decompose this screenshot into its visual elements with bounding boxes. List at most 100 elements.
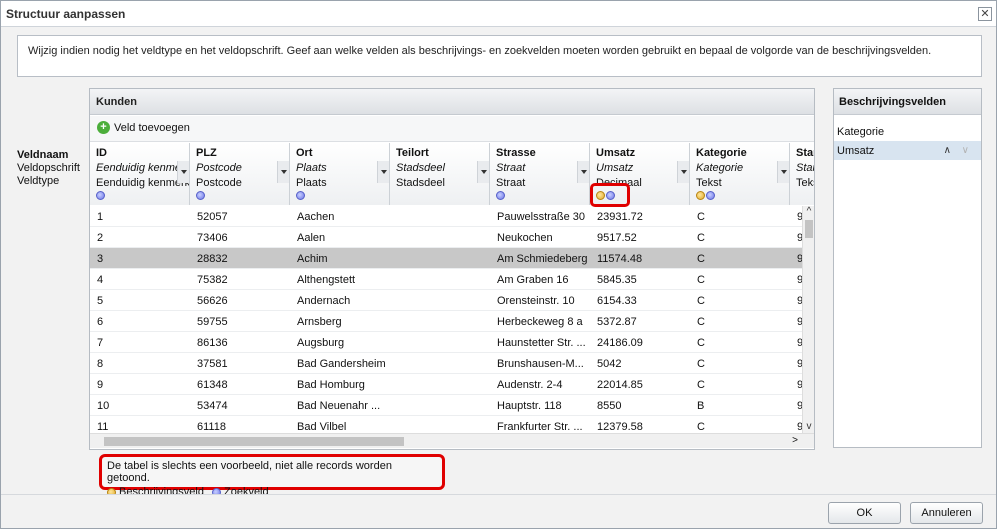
preview-grid: Kunden + Veld toevoegen ID Eenduidig kenm… — [89, 88, 815, 450]
type-dropdown-icon[interactable] — [777, 161, 789, 183]
type-dropdown-icon[interactable] — [477, 161, 489, 183]
table-cell: Am Schmiedeberg... — [497, 253, 587, 265]
table-cell: Orensteinstr. 10 — [497, 295, 575, 307]
table-cell: Hauptstr. 118 — [497, 400, 562, 412]
yellow-dot-icon[interactable] — [696, 191, 705, 200]
vertical-scrollbar[interactable]: ^ v — [802, 206, 814, 433]
table-row[interactable]: 273406AalenNeukochen9517.52C99 — [90, 227, 808, 248]
table-row[interactable]: 11 61118 Bad Vilbel Frankfurter Str. ... 123… — [90, 416, 808, 433]
table-row[interactable]: 659755ArnsbergHerbeckeweg 8 a5372.87C99 — [90, 311, 808, 332]
horizontal-scroll-thumb[interactable] — [104, 437, 404, 446]
column-type[interactable]: Eenduidig kenmerk — [96, 177, 189, 189]
table-row[interactable]: 475382AlthengstettAm Graben 165845.35C99 — [90, 269, 808, 290]
column-flags[interactable] — [496, 191, 506, 201]
column-type[interactable]: Straat — [496, 177, 525, 189]
blue-dot-icon[interactable] — [96, 191, 105, 200]
blue-dot-icon[interactable] — [496, 191, 505, 200]
description-item-umsatz[interactable]: Umsatz ∧ ∨ — [834, 141, 981, 160]
column-headers: ID Eenduidig kenmerk Eenduidig kenmerk PLZ P… — [90, 143, 814, 205]
table-cell: Bad Neuenahr ... — [297, 400, 381, 412]
caption-label: Veldopschrift — [17, 162, 80, 174]
grid-toolbar: + Veld toevoegen — [90, 116, 814, 142]
grid-title: Kunden — [96, 96, 137, 108]
table-row[interactable]: 8 37581 Bad Gandersheim Brunshausen-M... 504… — [90, 353, 808, 374]
add-field-label: Veld toevoegen — [114, 121, 190, 134]
column-type[interactable]: Stadsdeel — [396, 177, 445, 189]
table-row[interactable]: 556626AndernachOrensteinstr. 106154.33C9… — [90, 290, 808, 311]
column-caption[interactable]: Kategorie — [696, 162, 743, 174]
table-cell: 5042 — [597, 358, 622, 370]
horizontal-scrollbar[interactable]: > — [90, 433, 814, 448]
column-name: Kategorie — [696, 147, 747, 159]
table-cell: C — [697, 232, 705, 244]
table-cell: 6154.33 — [597, 295, 637, 307]
column-name: Standaard — [796, 147, 814, 159]
column-caption[interactable]: Stadsdeel — [396, 162, 445, 174]
table-row[interactable]: 10 53474 Bad Neuenahr ... Hauptstr. 118 8550… — [90, 395, 808, 416]
type-dropdown-icon[interactable] — [577, 161, 589, 183]
row-labels: Veldnaam Veldopschrift Veldtype — [17, 149, 80, 188]
column-type[interactable]: Tekst — [796, 177, 814, 189]
description-item-kategorie[interactable]: Kategorie — [834, 122, 981, 141]
table-cell: 22014.85 — [597, 379, 643, 391]
blue-dot-icon[interactable] — [196, 191, 205, 200]
column-caption[interactable]: Plaats — [296, 162, 327, 174]
column-type[interactable]: Tekst — [696, 177, 722, 189]
dialog-footer: OK Annuleren — [1, 494, 996, 528]
table-cell: 8 — [97, 358, 104, 370]
column-caption[interactable]: Standaard — [796, 162, 814, 174]
column-flags[interactable] — [196, 191, 206, 201]
column-type[interactable]: Plaats — [296, 177, 327, 189]
column-caption[interactable]: Umsatz — [596, 162, 633, 174]
table-cell: 23931.72 — [597, 211, 643, 223]
table-cell: Audenstr. 2-4 — [497, 379, 563, 391]
table-cell: 9517.52 — [597, 232, 637, 244]
info-text: Wijzig indien nodig het veldtype en het … — [17, 35, 982, 77]
scroll-up-icon[interactable]: ^ — [803, 206, 815, 218]
column-flags[interactable] — [296, 191, 306, 201]
table-cell: Brunshausen-M... — [497, 358, 584, 370]
move-up-icon[interactable]: ∧ — [944, 145, 951, 156]
description-item-label: Umsatz — [837, 145, 875, 157]
column-caption[interactable]: Eenduidig kenmerk — [96, 162, 189, 174]
plus-circle-icon: + — [97, 121, 110, 134]
column-header: Strasse Straat Straat — [490, 143, 590, 205]
scroll-down-icon[interactable]: v — [803, 421, 815, 433]
column-flags[interactable] — [696, 191, 716, 201]
blue-dot-icon[interactable] — [296, 191, 305, 200]
table-cell: 37581 — [197, 358, 228, 370]
move-down-icon[interactable]: ∨ — [962, 145, 969, 156]
table-row[interactable]: 961348Bad HomburgAudenstr. 2-422014.85C9… — [90, 374, 808, 395]
table-row[interactable]: 7 86136 Augsburg Haunstetter Str. ... 24186.… — [90, 332, 808, 353]
type-dropdown-icon[interactable] — [377, 161, 389, 183]
column-name: ID — [96, 147, 107, 159]
add-field-button[interactable]: + Veld toevoegen — [97, 121, 190, 134]
table-cell: C — [697, 274, 705, 286]
vertical-scroll-thumb[interactable] — [805, 220, 813, 238]
table-cell: 4 — [97, 274, 104, 286]
table-cell: 28832 — [197, 253, 228, 265]
table-cell: Neukochen — [497, 232, 553, 244]
column-flags[interactable] — [96, 191, 106, 201]
table-cell: 6 — [97, 316, 104, 328]
type-dropdown-icon[interactable] — [277, 161, 289, 183]
cancel-button[interactable]: Annuleren — [910, 502, 983, 524]
scroll-right-icon[interactable]: > — [792, 435, 798, 446]
type-dropdown-icon[interactable] — [677, 161, 689, 183]
table-cell: Haunstetter Str. ... — [497, 337, 586, 349]
column-name: PLZ — [196, 147, 217, 159]
column-caption[interactable]: Postcode — [196, 162, 242, 174]
umsatz-flags-highlight — [590, 183, 630, 207]
blue-dot-icon[interactable] — [706, 191, 715, 200]
column-type[interactable]: Postcode — [196, 177, 242, 189]
ok-button[interactable]: OK — [828, 502, 901, 524]
column-caption[interactable]: Straat — [496, 162, 525, 174]
table-row[interactable]: 152057AachenPauwelsstraße 3023931.72C99 — [90, 206, 808, 227]
type-dropdown-icon[interactable] — [177, 161, 189, 183]
table-cell: Bad Homburg — [297, 379, 365, 391]
table-cell: Am Graben 16 — [497, 274, 569, 286]
close-icon[interactable]: ✕ — [978, 7, 992, 21]
table-cell: C — [697, 253, 705, 265]
table-row[interactable]: 328832AchimAm Schmiedeberg...11574.48C99 — [90, 248, 808, 269]
table-cell: C — [697, 358, 705, 370]
